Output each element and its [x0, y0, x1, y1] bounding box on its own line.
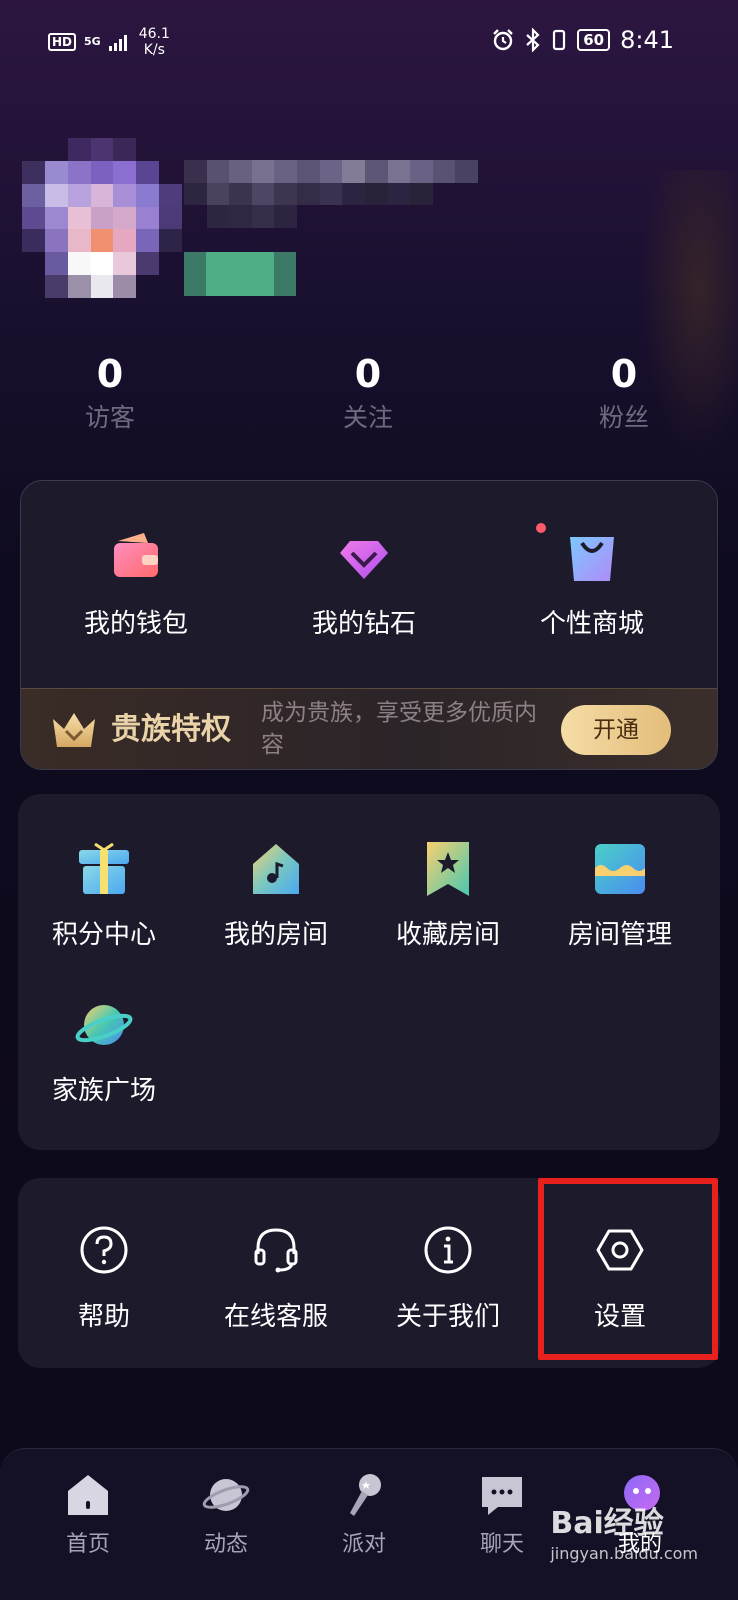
- noble-title: 贵族特权: [111, 712, 231, 747]
- network-indicator: 5G: [84, 35, 101, 48]
- stat-value: 0: [610, 352, 638, 396]
- shop-label: 个性商城: [539, 609, 644, 639]
- customer-service-label: 在线客服: [223, 1302, 328, 1332]
- nav-chat[interactable]: 聊天: [442, 1471, 562, 1559]
- shop-entry[interactable]: 个性商城: [477, 529, 707, 641]
- help-label: 帮助: [77, 1302, 130, 1332]
- nav-moments[interactable]: 动态: [166, 1471, 286, 1559]
- stat-value: 0: [354, 352, 382, 396]
- home-icon: [68, 1475, 108, 1515]
- chat-icon: [482, 1477, 522, 1515]
- stat-following[interactable]: 0 关注: [288, 350, 448, 438]
- speed-unit: K/s: [143, 42, 165, 58]
- planet-icon: [202, 1479, 250, 1511]
- points-center-label: 积分中心: [51, 920, 156, 950]
- alarm-icon: [493, 29, 514, 51]
- room-management-entry[interactable]: 房间管理: [534, 840, 706, 952]
- gift-icon: [75, 840, 133, 898]
- my-room-label: 我的房间: [223, 920, 328, 950]
- avatar[interactable]: [22, 138, 182, 298]
- stat-visitors[interactable]: 0 访客: [30, 350, 190, 438]
- crown-icon: [53, 713, 95, 747]
- network-speed: 46.1 K/s: [139, 26, 170, 58]
- help-icon: [80, 1226, 128, 1274]
- music-house-icon: [247, 840, 305, 898]
- user-level-badge: [184, 252, 296, 296]
- hd-indicator: HD: [48, 33, 77, 51]
- family-square-label: 家族广场: [51, 1076, 156, 1106]
- help-entry[interactable]: 帮助: [18, 1224, 190, 1334]
- diamond-icon: [336, 529, 392, 585]
- microphone-icon: [350, 1474, 381, 1516]
- favorite-rooms-entry[interactable]: 收藏房间: [362, 840, 534, 952]
- stat-fans[interactable]: 0 粉丝: [544, 350, 704, 438]
- stat-label: 粉丝: [598, 403, 649, 432]
- bookmark-star-icon: [419, 840, 477, 898]
- username: [184, 160, 478, 228]
- baidu-jingyan-watermark: Bai经验 jingyan.baidu.com: [550, 1498, 698, 1563]
- settings-highlight-box: [538, 1178, 718, 1360]
- features-card: 积分中心 我的房间 收藏房间 房间管理 家族广场: [18, 794, 720, 1150]
- wallet-icon: [108, 529, 164, 585]
- new-notification-dot: [536, 523, 546, 533]
- diamond-label: 我的钻石: [311, 609, 416, 639]
- headset-icon: [254, 1228, 298, 1273]
- open-noble-button[interactable]: 开通: [561, 705, 671, 755]
- nav-moments-label: 动态: [203, 1532, 248, 1557]
- my-room-entry[interactable]: 我的房间: [190, 840, 362, 952]
- points-center-entry[interactable]: 积分中心: [18, 840, 190, 952]
- status-right: 60 8:41: [491, 26, 674, 54]
- status-left: HD 5G 46.1 K/s: [48, 26, 170, 58]
- diamond-entry[interactable]: 我的钻石: [249, 529, 479, 641]
- customer-service-entry[interactable]: 在线客服: [190, 1224, 362, 1334]
- vibrate-icon: [553, 29, 566, 51]
- planet-icon: [75, 996, 133, 1054]
- assets-card: 我的钱包 我的钻石 个性商城 贵族特权 成为贵族，享受更多优质内容 开通: [20, 480, 718, 770]
- nav-party[interactable]: 派对: [304, 1471, 424, 1559]
- nav-home-label: 首页: [65, 1532, 110, 1557]
- noble-banner[interactable]: 贵族特权 成为贵族，享受更多优质内容 开通: [21, 688, 717, 769]
- nav-home[interactable]: 首页: [28, 1471, 148, 1559]
- noble-description: 成为贵族，享受更多优质内容: [261, 700, 537, 758]
- about-us-label: 关于我们: [395, 1302, 500, 1332]
- battery-level: 60: [577, 29, 611, 51]
- wallet-label: 我的钱包: [83, 609, 188, 639]
- shopping-bag-icon: [564, 529, 620, 585]
- store-icon: [591, 840, 649, 898]
- watermark-url: jingyan.baidu.com: [550, 1544, 698, 1563]
- info-icon: [424, 1226, 472, 1274]
- stat-label: 访客: [84, 403, 135, 432]
- nav-party-label: 派对: [341, 1532, 386, 1557]
- stat-label: 关注: [342, 403, 393, 432]
- quick-actions: 我的钱包 我的钻石 个性商城: [21, 481, 717, 687]
- clock: 8:41: [620, 26, 674, 54]
- family-square-entry[interactable]: 家族广场: [18, 996, 190, 1108]
- watermark-brand: Bai经验: [550, 1506, 664, 1541]
- bluetooth-icon: [526, 28, 540, 52]
- status-bar: HD 5G 46.1 K/s 60 8:41: [0, 0, 738, 86]
- speed-value: 46.1: [138, 26, 170, 42]
- room-management-label: 房间管理: [567, 920, 672, 950]
- nav-chat-label: 聊天: [479, 1532, 524, 1557]
- about-us-entry[interactable]: 关于我们: [362, 1224, 534, 1334]
- stat-value: 0: [96, 352, 124, 396]
- favorite-rooms-label: 收藏房间: [395, 920, 500, 950]
- profile-stats: 0 访客 0 关注 0 粉丝: [0, 350, 738, 450]
- signal-icon: [108, 35, 127, 51]
- wallet-entry[interactable]: 我的钱包: [21, 529, 251, 641]
